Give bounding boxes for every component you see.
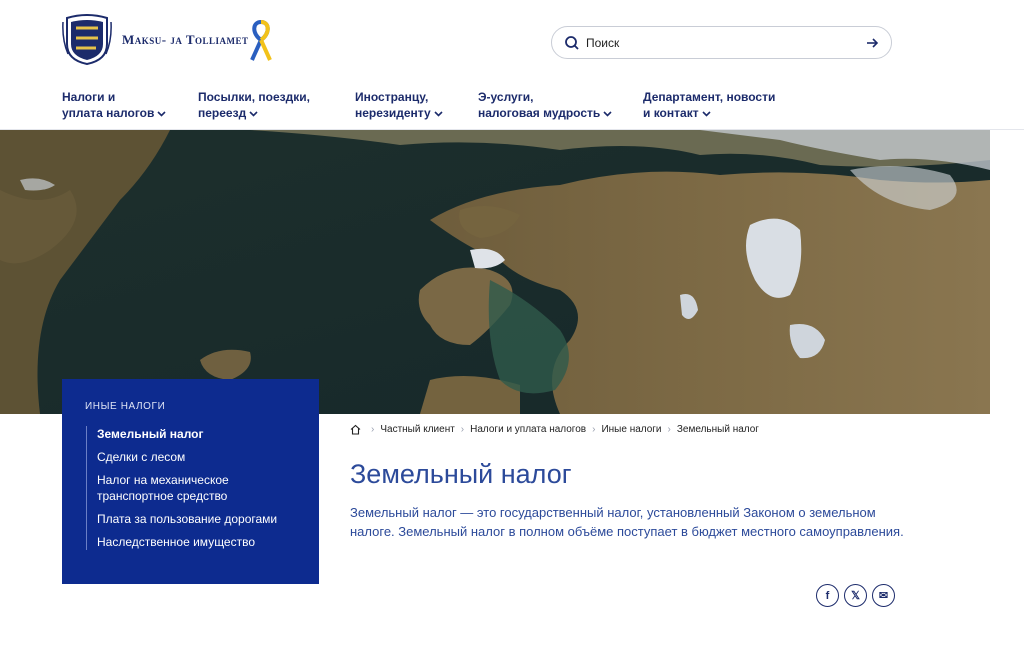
nav-item-eservices[interactable]: Э-услуги, налоговая мудрость [478,89,612,121]
sidebar-item-inheritance[interactable]: Наследственное имущество [97,534,297,550]
hero-satellite-image [0,130,990,414]
sidebar-item-land-tax[interactable]: Земельный налог [97,426,297,442]
chevron-down-icon [702,111,711,117]
satellite-map-image [0,130,990,414]
sidebar-list: Земельный налог Сделки с лесом Налог на … [86,426,297,550]
nav-label: нерезиденту [355,106,431,120]
nav-item-taxes[interactable]: Налоги и уплата налогов [62,89,166,121]
page-title: Земельный налог [350,459,572,489]
nav-label: переезд [198,106,247,120]
chevron-down-icon [157,111,166,117]
chevron-right-icon: › [592,424,596,435]
nav-label: Иностранцу, [355,90,429,104]
breadcrumb-item[interactable]: Налоги и уплата налогов [470,424,586,435]
nav-label: Департамент, новости [643,90,776,104]
chevron-right-icon: › [371,424,375,435]
nav-label: Налоги и [62,90,116,104]
share-buttons: f 𝕏 ✉ [816,584,900,607]
arrow-right-icon[interactable] [865,36,879,50]
nav-item-foreigner[interactable]: Иностранцу, нерезиденту [355,89,443,121]
facebook-icon[interactable]: f [816,584,839,607]
sidebar-item-vehicle-tax[interactable]: Налог на механическое транспортное средс… [97,472,297,504]
breadcrumb-item[interactable]: Частный клиент [380,424,454,435]
site-header: Maksu- ja Tolliamet Налоги и уплата нало… [0,0,1024,130]
ukraine-ribbon-icon [250,19,272,61]
search-icon [565,35,579,50]
sidebar-item-forest-deals[interactable]: Сделки с лесом [97,449,297,465]
search-input[interactable] [586,35,865,50]
chevron-right-icon: › [667,424,671,435]
brand-name: Maksu- ja Tolliamet [122,32,249,47]
lead-paragraph: Земельный налог — это государственный на… [350,505,904,539]
home-icon[interactable] [350,424,361,435]
email-icon[interactable]: ✉ [872,584,895,607]
sidebar-item-road-fee[interactable]: Плата за пользование дорогами [97,511,297,527]
nav-item-parcels[interactable]: Посылки, поездки, переезд [198,89,310,121]
breadcrumb-item[interactable]: Иные налоги [601,424,661,435]
coat-of-arms-icon [62,14,112,66]
nav-label: Посылки, поездки, [198,90,310,104]
sidebar-title: Иные налоги [85,401,166,412]
nav-label: Э-услуги, [478,90,534,104]
chevron-down-icon [603,111,612,117]
section-sidebar: Иные налоги Земельный налог Сделки с лес… [62,379,319,584]
chevron-down-icon [249,111,258,117]
nav-item-department[interactable]: Департамент, новости и контакт [643,89,775,121]
breadcrumb-current: Земельный налог [676,424,759,435]
nav-label: налоговая мудрость [478,106,601,120]
nav-label: уплата налогов [62,106,155,120]
x-twitter-icon[interactable]: 𝕏 [844,584,867,607]
chevron-down-icon [434,111,443,117]
chevron-right-icon: › [460,424,465,435]
nav-label: и контакт [643,106,699,120]
search-box[interactable] [551,26,892,59]
site-logo[interactable]: Maksu- ja Tolliamet [62,14,249,66]
main-nav: Налоги и уплата налогов Посылки, поездки… [0,89,1024,129]
breadcrumb: › Частный клиент › Налоги и уплата налог… [350,424,759,435]
